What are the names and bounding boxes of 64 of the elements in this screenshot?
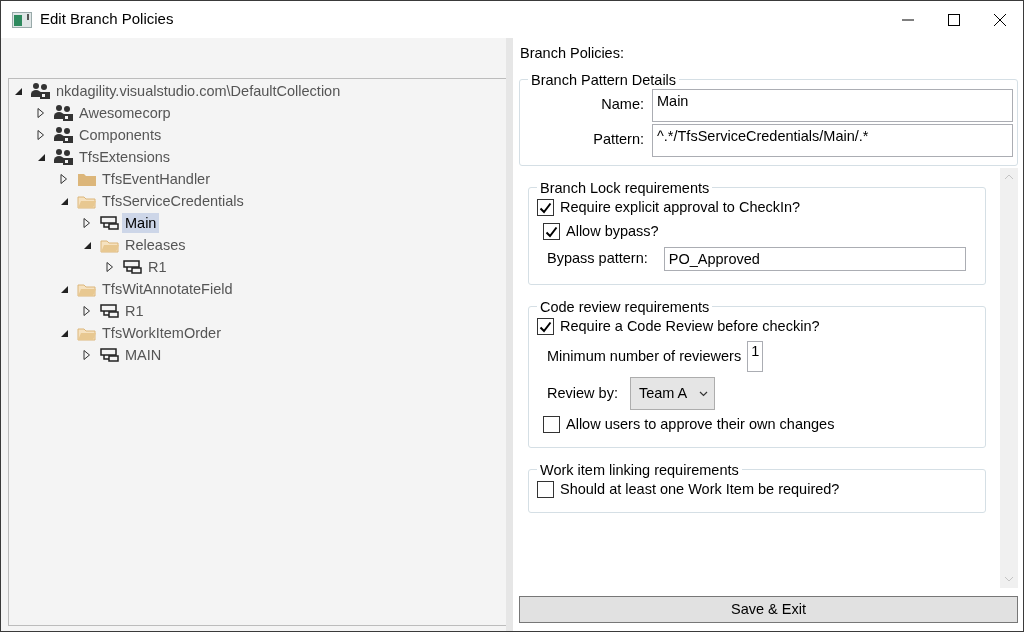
- maximize-icon: [948, 13, 960, 26]
- folder-icon: [77, 171, 97, 187]
- caret-icon: [699, 390, 709, 397]
- checkbox-label: Allow users to approve their own changes: [566, 414, 835, 434]
- number-field[interactable]: 1: [747, 341, 764, 373]
- tree-item[interactable]: TfsEventHandler: [99, 169, 213, 189]
- tree-item[interactable]: Main: [122, 213, 160, 233]
- checkbox[interactable]: [543, 416, 560, 434]
- open-folder-icon: [77, 325, 97, 341]
- open-folder-icon: [100, 237, 120, 253]
- section-heading: Branch Policies:: [519, 44, 625, 63]
- checkbox-label: Should at least one Work Item be required?: [560, 479, 840, 499]
- checkbox[interactable]: [537, 481, 554, 499]
- tree-item[interactable]: MAIN: [122, 345, 165, 365]
- branch-icon: [100, 303, 120, 319]
- people-icon: [54, 126, 74, 144]
- tree-item[interactable]: Releases: [122, 235, 189, 255]
- expand-arrow-icon[interactable]: [81, 349, 93, 361]
- text-field[interactable]: ^.*/TfsServiceCredentials/Main/.*: [652, 123, 1013, 157]
- group-title: Branch Lock requirements: [539, 179, 711, 196]
- checkbox[interactable]: [537, 199, 554, 217]
- branch-icon: [100, 347, 120, 363]
- people-icon: [31, 82, 51, 100]
- tree-item[interactable]: Components: [76, 125, 165, 145]
- checkbox[interactable]: [543, 223, 560, 241]
- window-title: Edit Branch Policies: [40, 9, 174, 30]
- text-field[interactable]: PO_Approved: [663, 246, 966, 271]
- checkbox-label: Require explicit approval to CheckIn?: [560, 197, 801, 217]
- text-field[interactable]: Main: [652, 88, 1013, 122]
- checkbox[interactable]: [537, 318, 554, 336]
- dropdown[interactable]: Team A: [629, 377, 716, 411]
- expand-arrow-icon[interactable]: [81, 305, 93, 317]
- expand-arrow-icon[interactable]: [104, 261, 116, 273]
- people-icon: [54, 104, 74, 122]
- tree-item[interactable]: TfsWorkItemOrder: [99, 323, 224, 343]
- field-label: Bypass pattern:: [547, 248, 648, 268]
- expand-arrow-icon[interactable]: [58, 173, 70, 185]
- field-label: Name:: [600, 95, 645, 115]
- branch-icon: [100, 215, 120, 231]
- open-folder-icon: [77, 281, 97, 297]
- open-folder-icon: [77, 193, 97, 209]
- tree-item[interactable]: nkdagility.visualstudio.com\DefaultCollection: [53, 81, 344, 101]
- expand-arrow-icon[interactable]: [81, 217, 93, 229]
- tree-item[interactable]: Awesomecorp: [76, 103, 174, 123]
- tree-item[interactable]: R1: [145, 257, 170, 277]
- tree-item[interactable]: R1: [122, 301, 147, 321]
- close-icon: [994, 13, 1006, 26]
- group-title: Code review requirements: [539, 298, 711, 315]
- group-title: Work item linking requirements: [539, 461, 740, 478]
- save-exit-button[interactable]: Save & Exit: [519, 596, 1018, 623]
- checkbox-label: Require a Code Review before checkin?: [560, 316, 820, 336]
- group-title: Branch Pattern Details: [530, 70, 678, 89]
- checkbox-label: Allow bypass?: [566, 221, 659, 241]
- field-label: Pattern:: [592, 130, 645, 150]
- tree-item[interactable]: TfsServiceCredentials: [99, 191, 247, 211]
- app-icon: [12, 11, 32, 28]
- people-icon: [54, 148, 74, 166]
- branch-icon: [123, 259, 143, 275]
- tree-item[interactable]: TfsExtensions: [76, 147, 174, 167]
- field-label: Minimum number of reviewers: [547, 346, 742, 366]
- expand-arrow-icon[interactable]: [35, 129, 47, 141]
- field-label: Review by:: [547, 383, 618, 403]
- expand-arrow-icon[interactable]: [35, 107, 47, 119]
- tree-item[interactable]: TfsWitAnnotateField: [99, 279, 236, 299]
